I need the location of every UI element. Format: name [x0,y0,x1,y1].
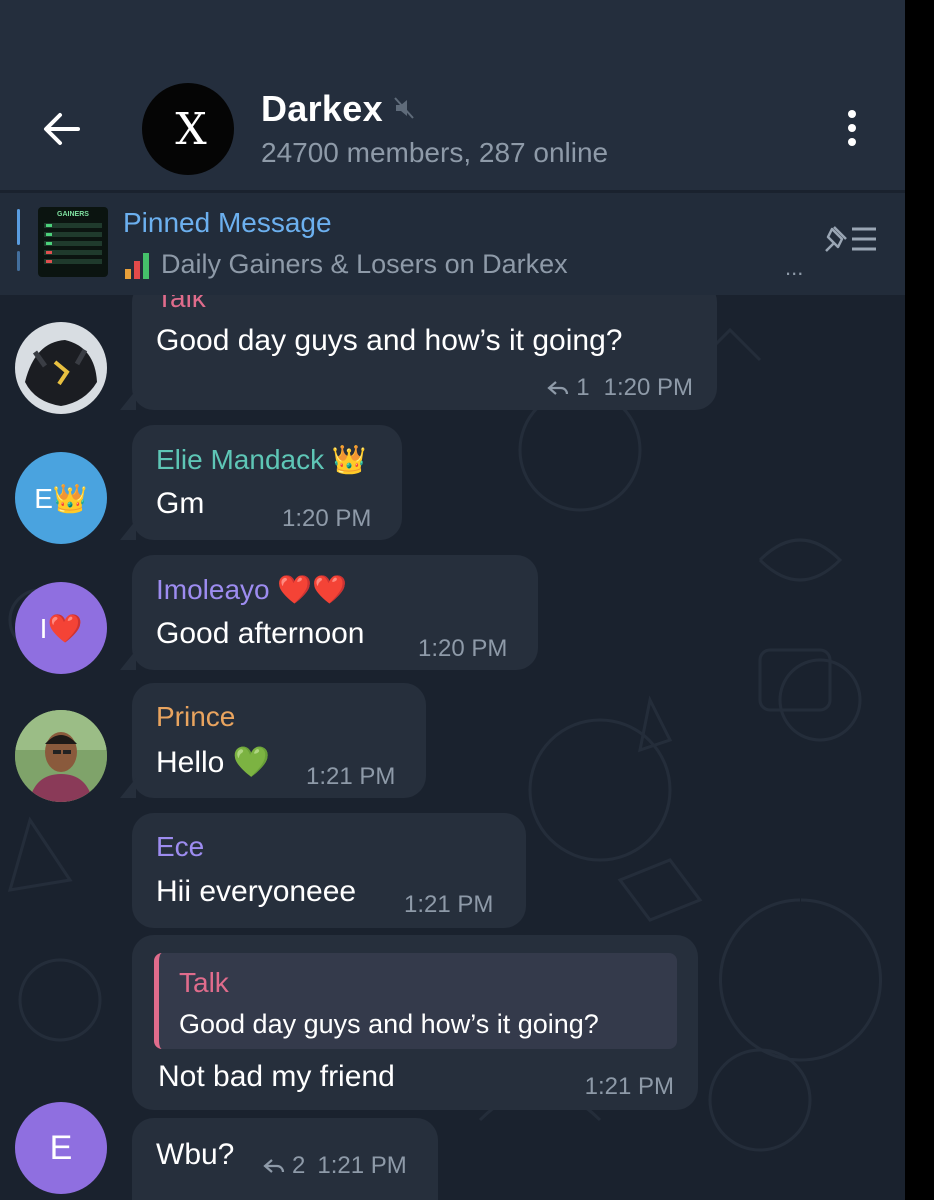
muted-icon [394,97,414,119]
bubble-tail [120,650,136,670]
message-time: 1:20 PM [418,635,508,662]
darkex-logo: X [175,103,206,155]
avatar-imoleayo[interactable]: I❤️ [15,582,107,674]
message-text: Hello 💚 [156,745,270,780]
bubble-tail [120,390,136,410]
message-text: Good day guys and how’s it going? [156,324,623,357]
message-time: 1:21 PM [404,891,494,918]
message-text: Hii everyoneee [156,875,357,908]
reply-count[interactable]: 1 [576,374,589,402]
message-text: Wbu? [156,1138,235,1171]
menu-dot-icon [848,124,856,132]
reply-icon[interactable] [262,1156,286,1176]
avatar-prince[interactable] [15,710,107,802]
sender-name-text: Imoleayo [156,574,270,605]
message-text-content: Hello [156,746,225,779]
message-meta: 2 1:21 PM [262,1152,407,1180]
bubble-tail [120,520,136,540]
avatar-initial: E👑 [34,482,88,514]
message-time: 1:21 PM [317,1152,407,1179]
message-bubble[interactable]: Ece Hii everyoneee 1:21 PM [132,813,526,928]
reply-icon[interactable] [546,378,570,398]
menu-dot-icon [848,110,856,118]
pinned-more: ... [785,255,804,280]
chat-screen: X Darkex 24700 members, 287 online GAINE… [0,0,905,1200]
sender-name[interactable]: Imoleayo ❤️❤️ [156,573,347,606]
pinned-title[interactable]: Pinned Message [123,207,332,239]
message-bubble[interactable]: Talk Good day guys and how’s it going? N… [132,935,698,1110]
chat-title[interactable]: Darkex [261,88,383,130]
members-count: 24700 members, 287 online [261,137,609,168]
message-meta: 1 1:20 PM [546,374,693,402]
sender-name[interactable]: Ece [156,831,204,863]
message-text: Good afternoon [156,617,365,650]
message-time: 1:20 PM [603,374,693,401]
bar-chart-icon [125,252,149,279]
message-time: 1:21 PM [306,763,396,790]
quote-text: Good day guys and how’s it going? [179,1009,599,1039]
pin-list-icon[interactable] [820,221,880,257]
sender-name[interactable]: Elie Mandack 👑 [156,443,367,476]
message-time: 1:20 PM [282,505,372,532]
message-bubble[interactable]: Talk Good day guys and how’s it going? 1… [120,280,717,410]
pinned-preview[interactable]: Daily Gainers & Losers on Darkex [123,249,568,280]
avatar-initial: I❤️ [39,612,83,644]
green-heart-emoji: 💚 [232,746,271,779]
sender-name[interactable]: Prince [156,701,235,733]
reply-count[interactable]: 2 [292,1152,305,1180]
message-bubble[interactable]: Imoleayo ❤️❤️ Good afternoon 1:20 PM [120,555,538,670]
message-bubble[interactable]: Prince Hello 💚 1:21 PM [120,683,426,798]
avatar-initial: E [49,1128,73,1167]
more-menu-button[interactable] [830,106,874,150]
pinned-content: GAINERS Pinned Message Daily Gainers & L… [0,193,905,295]
reply-quote[interactable]: Talk Good day guys and how’s it going? [154,953,677,1049]
message-bubble[interactable]: Wbu? 2 1:21 PM [132,1118,438,1200]
back-button[interactable] [38,105,86,153]
message-text: Not bad my friend [158,1060,395,1093]
message-bubble[interactable]: Elie Mandack 👑 Gm 1:20 PM [120,425,402,540]
back-arrow-icon [44,113,80,145]
crown-emoji: 👑 [331,444,367,475]
pinned-text: Daily Gainers & Losers on Darkex [161,249,568,279]
profile-photo [15,710,107,802]
avatar-elie[interactable]: E👑 [15,452,107,544]
profile-photo [15,322,107,414]
chat-header: X Darkex 24700 members, 287 online [0,0,905,190]
quote-sender: Talk [179,967,229,998]
message-text: Gm [156,487,205,520]
bubble-tail [120,778,136,798]
message-time: 1:21 PM [584,1073,674,1100]
menu-dot-icon [848,138,856,146]
chat-avatar[interactable]: X [142,83,234,175]
avatar-e[interactable]: E [15,1102,107,1194]
sender-name-text: Elie Mandack [156,444,325,475]
hearts-emoji: ❤️❤️ [277,574,348,605]
avatar-talk[interactable] [15,322,107,414]
